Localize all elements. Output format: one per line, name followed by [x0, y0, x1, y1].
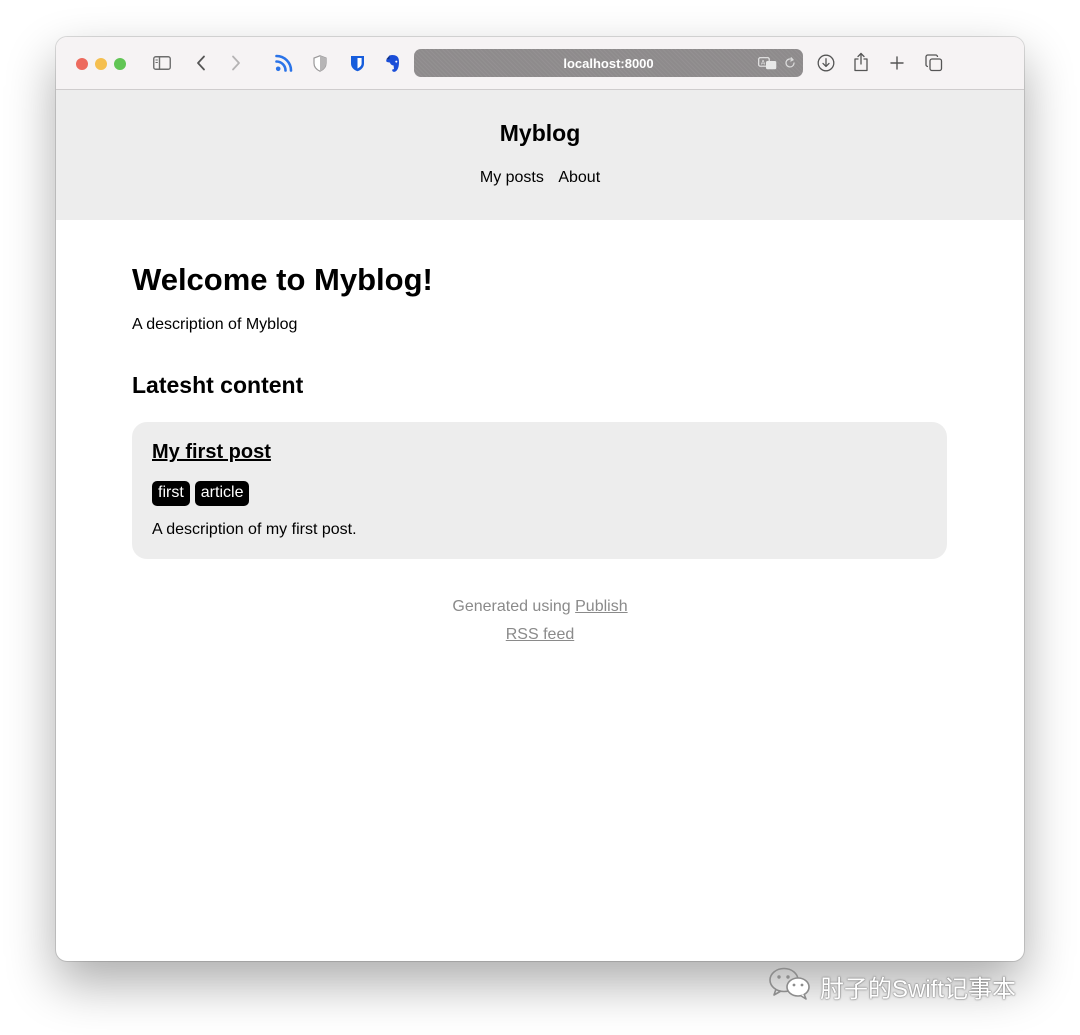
svg-text:A: A [761, 59, 766, 66]
post-tags: first article [152, 481, 250, 506]
watermark-text: 肘子的Swift记事本 [820, 975, 1017, 1003]
post-title-link[interactable]: My first post [152, 441, 271, 464]
footer-rss: RSS feed [56, 626, 1024, 644]
address-text: localhost:8000 [563, 56, 654, 71]
translate-icon[interactable]: A [757, 55, 777, 71]
latest-content-heading: Latesht content [132, 372, 304, 398]
nav-link-my-posts[interactable]: My posts [480, 169, 544, 186]
watermark: 肘子的Swift记事本 [768, 966, 1017, 1007]
rss-icon[interactable] [274, 53, 294, 73]
footer-generated-text: Generated using [452, 598, 576, 615]
site-description: A description of Myblog [132, 316, 298, 333]
site-name[interactable]: Myblog [56, 120, 1024, 147]
sidebar-icon[interactable] [152, 54, 172, 72]
shield-icon[interactable] [311, 53, 329, 73]
browser-toolbar: localhost:8000 A [56, 37, 1024, 90]
tabs-icon[interactable] [924, 53, 944, 73]
tag-article[interactable]: article [194, 481, 250, 506]
welcome-heading: Welcome to Myblog! [132, 262, 433, 297]
reload-icon[interactable] [783, 56, 797, 70]
post-description: A description of my first post. [152, 521, 357, 538]
site-header: Myblog My posts About [56, 90, 1024, 220]
share-icon[interactable] [852, 51, 870, 73]
new-tab-icon[interactable] [888, 53, 906, 73]
footer-generated: Generated using Publish [56, 598, 1024, 616]
wechat-icon [768, 966, 812, 1007]
bitwarden-icon[interactable] [348, 53, 366, 73]
site-nav: My posts About [56, 169, 1024, 187]
publish-link[interactable]: Publish [575, 598, 627, 615]
zoom-window-button[interactable] [114, 58, 126, 70]
tag-first[interactable]: first [152, 481, 190, 506]
address-bar[interactable]: localhost:8000 A [414, 49, 803, 77]
evernote-icon[interactable] [384, 52, 402, 74]
download-icon[interactable] [816, 53, 836, 73]
back-icon[interactable] [194, 53, 208, 73]
post-card: My first post first article A descriptio… [132, 422, 947, 559]
nav-link-about[interactable]: About [558, 169, 600, 186]
close-window-button[interactable] [76, 58, 88, 70]
minimize-window-button[interactable] [95, 58, 107, 70]
browser-window: localhost:8000 A Myblog My posts About W… [56, 37, 1024, 961]
rss-feed-link[interactable]: RSS feed [506, 626, 574, 643]
forward-icon[interactable] [229, 53, 243, 73]
